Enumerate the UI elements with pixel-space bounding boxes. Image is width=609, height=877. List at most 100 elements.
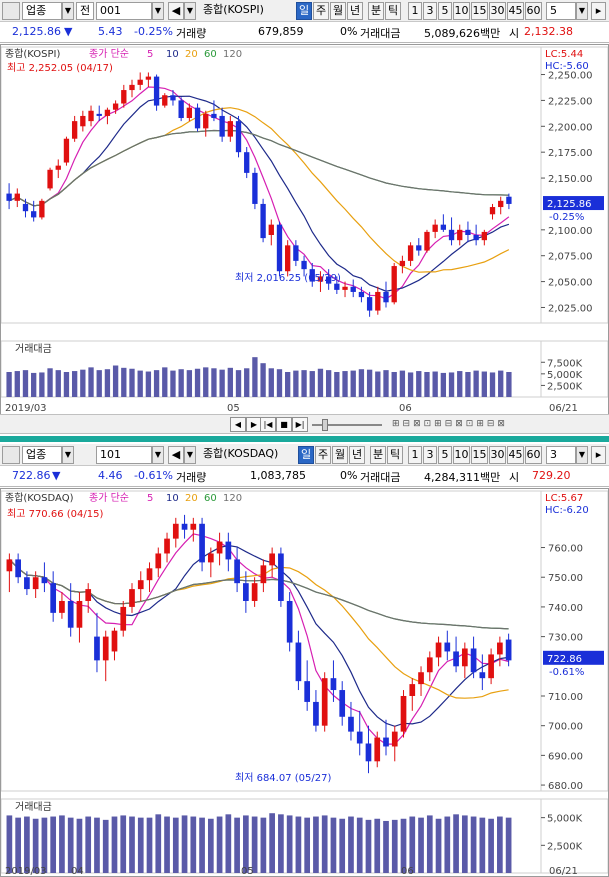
index-code-input[interactable]: 001 bbox=[96, 2, 152, 20]
interval-input[interactable]: 5 bbox=[546, 2, 576, 20]
interval-3[interactable]: 3 bbox=[423, 446, 437, 464]
candle-body bbox=[268, 224, 274, 235]
volume-bar bbox=[409, 816, 416, 873]
chevron-down-icon[interactable]: ▼ bbox=[576, 446, 588, 464]
candle-body bbox=[71, 121, 78, 139]
amount-value: 4,284,311백만 bbox=[424, 471, 501, 484]
panel-menu-icon[interactable] bbox=[2, 446, 20, 464]
interval-1[interactable]: 1 bbox=[408, 446, 422, 464]
zoom-slider-thumb[interactable] bbox=[322, 419, 328, 431]
interval-30[interactable]: 30 bbox=[489, 2, 506, 20]
legend-ma-label: 종가 단순 bbox=[89, 48, 129, 60]
kospi-scrollbar[interactable]: ◀ ▶ |◀ ■ ▶| ⊞⊟⊠⊡⊞⊟⊠⊡⊞⊟⊠ bbox=[0, 414, 609, 434]
tab-daily[interactable]: 일 bbox=[296, 2, 312, 20]
interval-5[interactable]: 5 bbox=[438, 2, 452, 20]
x-axis-label: 06/21 bbox=[549, 866, 578, 876]
chevron-down-icon[interactable]: ▼ bbox=[62, 2, 74, 20]
chevron-down-icon[interactable]: ▼ bbox=[152, 2, 164, 20]
speaker-icon[interactable]: ◀ bbox=[168, 446, 184, 464]
volume-bar bbox=[235, 370, 242, 397]
interval-3[interactable]: 3 bbox=[423, 2, 437, 20]
category-select[interactable]: 업종 bbox=[22, 446, 62, 464]
scroll-stop-icon[interactable]: ■ bbox=[276, 417, 292, 432]
candle-body bbox=[244, 152, 250, 173]
candle-body bbox=[293, 245, 299, 261]
volume-bar bbox=[59, 815, 65, 873]
candle-body bbox=[321, 678, 328, 726]
current-pct-label: -0.61% bbox=[549, 667, 584, 678]
scroll-last-icon[interactable]: ▶| bbox=[292, 417, 308, 432]
candle-body bbox=[453, 651, 459, 667]
tab-tick[interactable]: 틱 bbox=[385, 2, 401, 20]
candle-body bbox=[50, 583, 57, 613]
volume-bar bbox=[227, 367, 233, 397]
panel-more-icon[interactable]: ▸ bbox=[591, 446, 606, 464]
chevron-down-icon[interactable]: ▼ bbox=[576, 2, 588, 20]
candle-body bbox=[129, 589, 135, 607]
interval-1[interactable]: 1 bbox=[408, 2, 422, 20]
kospi-price-chart[interactable]: 2,250.00 2,225.00 2,200.00 2,175.00 2,150.00… bbox=[0, 44, 609, 415]
y-tick-label: 2,025.00 bbox=[548, 303, 593, 314]
interval-60[interactable]: 60 bbox=[525, 446, 542, 464]
tab-yearly[interactable]: 년 bbox=[347, 2, 363, 20]
candle-body bbox=[55, 165, 61, 170]
market-select[interactable]: 전 bbox=[76, 2, 94, 20]
volume-bar bbox=[293, 370, 299, 397]
volume-bar bbox=[375, 371, 381, 397]
interval-input[interactable]: 3 bbox=[546, 446, 576, 464]
volume-bar bbox=[71, 371, 78, 397]
interval-10[interactable]: 10 bbox=[453, 446, 470, 464]
interval-30[interactable]: 30 bbox=[489, 446, 506, 464]
interval-15[interactable]: 15 bbox=[471, 2, 488, 20]
interval-5[interactable]: 5 bbox=[438, 446, 452, 464]
speaker-icon[interactable]: ◀ bbox=[168, 2, 184, 20]
index-code-input[interactable]: 101 bbox=[96, 446, 152, 464]
tab-weekly[interactable]: 주 bbox=[315, 446, 331, 464]
volume-tick-label: 2,500K bbox=[547, 381, 583, 392]
interval-45[interactable]: 45 bbox=[507, 446, 524, 464]
volume-bar bbox=[111, 816, 118, 873]
interval-10[interactable]: 10 bbox=[453, 2, 470, 20]
volume-bar bbox=[350, 370, 356, 397]
kosdaq-price-chart[interactable]: 760.00 750.00 740.00 730.00 710.00 700.00 690.… bbox=[0, 488, 609, 877]
volume-bar bbox=[104, 369, 111, 397]
volume-bar bbox=[121, 367, 127, 397]
candle-body bbox=[216, 541, 223, 554]
panel-more-icon[interactable]: ▸ bbox=[591, 2, 606, 20]
interval-15[interactable]: 15 bbox=[471, 446, 488, 464]
volume-bar bbox=[251, 816, 258, 873]
chevron-down-icon[interactable]: ▼ bbox=[184, 2, 196, 20]
tab-weekly[interactable]: 주 bbox=[313, 2, 329, 20]
chevron-down-icon[interactable]: ▼ bbox=[152, 446, 164, 464]
current-pct-label: -0.25% bbox=[549, 212, 584, 223]
legend-index-name: 종합(KOSDAQ) bbox=[5, 492, 74, 504]
volume-bar bbox=[498, 370, 504, 397]
volume-bar bbox=[129, 368, 135, 397]
scroll-first-icon[interactable]: |◀ bbox=[260, 417, 276, 432]
interval-60[interactable]: 60 bbox=[525, 2, 542, 20]
category-select[interactable]: 업종 bbox=[22, 2, 62, 20]
tab-minute[interactable]: 분 bbox=[368, 2, 384, 20]
volume-bar bbox=[22, 370, 29, 397]
volume-bar bbox=[14, 371, 20, 397]
chart-tools-icon[interactable]: ⊞⊟⊠⊡⊞⊟⊠⊡⊞⊟⊠ bbox=[392, 419, 602, 431]
tab-tick[interactable]: 틱 bbox=[387, 446, 403, 464]
panel-menu-icon[interactable] bbox=[2, 2, 20, 20]
candle-body bbox=[342, 286, 348, 290]
tab-yearly[interactable]: 년 bbox=[349, 446, 365, 464]
interval-45[interactable]: 45 bbox=[507, 2, 524, 20]
volume-bar bbox=[309, 371, 315, 397]
tab-minute[interactable]: 분 bbox=[370, 446, 386, 464]
chevron-down-icon[interactable]: ▼ bbox=[184, 446, 196, 464]
volume-bar bbox=[94, 817, 100, 873]
candle-body bbox=[473, 235, 479, 241]
chevron-down-icon[interactable]: ▼ bbox=[62, 446, 74, 464]
tab-monthly[interactable]: 월 bbox=[330, 2, 346, 20]
tab-monthly[interactable]: 월 bbox=[332, 446, 348, 464]
scroll-left-icon[interactable]: ◀ bbox=[230, 417, 246, 432]
candle-body bbox=[407, 245, 414, 261]
volume-bar bbox=[194, 368, 201, 397]
candle-body bbox=[426, 657, 433, 673]
legend-ma-120: 120 bbox=[223, 49, 242, 60]
tab-daily[interactable]: 일 bbox=[298, 446, 314, 464]
